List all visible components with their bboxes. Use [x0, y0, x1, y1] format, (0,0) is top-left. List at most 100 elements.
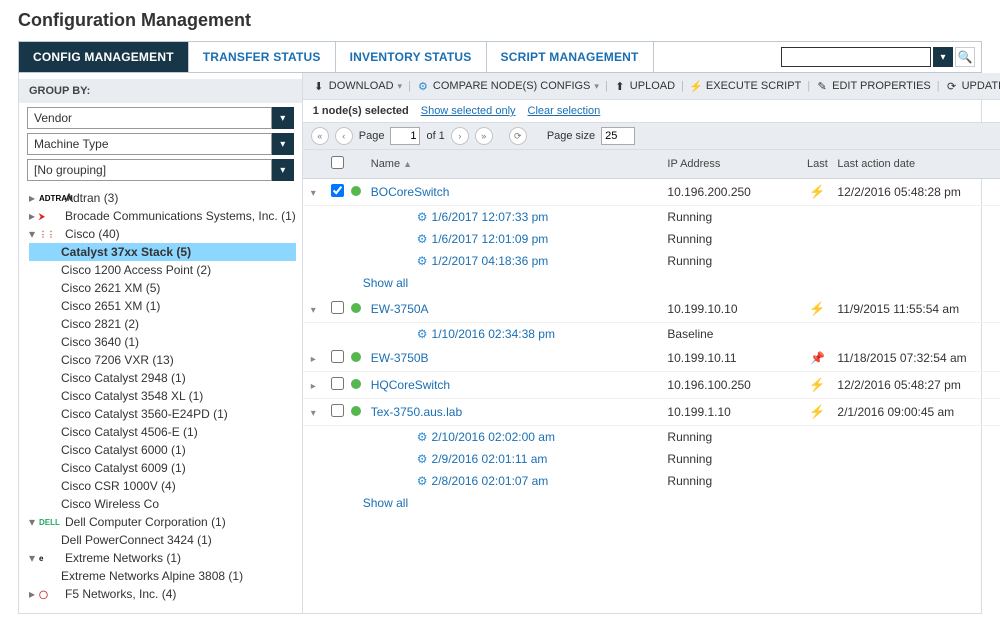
tree-node-label: Adtran (3)	[65, 191, 118, 205]
snapshot-timestamp-link[interactable]: 1/6/2017 12:07:33 pm	[432, 210, 549, 224]
tree-model-node[interactable]: Cisco 2621 XM (5)	[29, 279, 296, 297]
column-header-last[interactable]: Last	[797, 158, 837, 170]
column-header-ip[interactable]: IP Address	[667, 158, 797, 170]
groupby-select-none[interactable]: [No grouping]	[27, 159, 272, 181]
config-snapshot-row[interactable]: ⚙1/6/2017 12:01:09 pm Running	[303, 228, 1000, 250]
snapshot-timestamp-link[interactable]: 2/10/2016 02:02:00 am	[432, 430, 555, 444]
download-button[interactable]: ⬇DOWNLOAD▾	[311, 78, 404, 94]
grid-row[interactable]: ▾ Tex-3750.aus.lab 10.199.1.10 ⚡ 2/1/201…	[303, 399, 1000, 426]
tree-model-node[interactable]: Cisco 3640 (1)	[29, 333, 296, 351]
node-name-link[interactable]: Tex-3750.aus.lab	[371, 405, 462, 419]
groupby-select-machine[interactable]: Machine Type	[27, 133, 272, 155]
groupby-none-dropdown[interactable]: ▾	[272, 159, 294, 181]
snapshot-timestamp-link[interactable]: 1/2/2017 04:18:36 pm	[432, 254, 549, 268]
snapshot-timestamp-link[interactable]: 2/9/2016 02:01:11 am	[432, 452, 548, 466]
tree-model-node[interactable]: Dell PowerConnect 3424 (1)	[29, 531, 296, 549]
column-header-name[interactable]: Name▲	[365, 158, 668, 170]
expand-toggle[interactable]: ▾	[311, 408, 316, 419]
snapshot-timestamp-link[interactable]: 1/10/2016 02:34:38 pm	[432, 327, 555, 341]
pager-prev-button[interactable]: ‹	[335, 127, 353, 145]
snapshot-timestamp-link[interactable]: 2/8/2016 02:01:07 am	[432, 474, 549, 488]
tree-model-node[interactable]: Cisco Catalyst 3548 XL (1)	[29, 387, 296, 405]
config-snapshot-row[interactable]: ⚙2/10/2016 02:02:00 am Running	[303, 426, 1000, 448]
tree-model-node[interactable]: Cisco Wireless Co	[29, 495, 296, 513]
config-snapshot-row[interactable]: ⚙1/6/2017 12:07:33 pm Running	[303, 206, 1000, 228]
expand-toggle[interactable]: ▸	[311, 381, 316, 392]
pager-refresh-button[interactable]: ⟳	[509, 127, 527, 145]
tree-model-node[interactable]: Cisco Catalyst 6009 (1)	[29, 459, 296, 477]
expand-toggle[interactable]: ▸	[311, 354, 316, 365]
tab-script-management[interactable]: SCRIPT MANAGEMENT	[487, 42, 654, 72]
tree-vendor-node[interactable]: ▸◯F5 Networks, Inc. (4)	[29, 585, 296, 603]
snapshot-status: Running	[667, 254, 797, 268]
tree-model-node[interactable]: Catalyst 37xx Stack (5)	[29, 243, 296, 261]
row-checkbox[interactable]	[331, 377, 344, 390]
show-selected-link[interactable]: Show selected only	[421, 105, 516, 117]
tree-model-node[interactable]: Cisco Catalyst 6000 (1)	[29, 441, 296, 459]
tree-model-node[interactable]: Cisco 2821 (2)	[29, 315, 296, 333]
config-snapshot-row[interactable]: ⚙1/10/2016 02:34:38 pm Baseline	[303, 323, 1000, 345]
node-name-link[interactable]: BOCoreSwitch	[371, 185, 450, 199]
tree-vendor-node[interactable]: ▸⮞Brocade Communications Systems, Inc. (…	[29, 207, 296, 225]
row-checkbox[interactable]	[331, 301, 344, 314]
grid-row[interactable]: ▾ EW-3750A 10.199.10.10 ⚡ 11/9/2015 11:5…	[303, 296, 1000, 323]
groupby-machine-dropdown[interactable]: ▾	[272, 133, 294, 155]
pager-size-input[interactable]	[601, 127, 635, 145]
tree-model-node[interactable]: Cisco CSR 1000V (4)	[29, 477, 296, 495]
row-checkbox[interactable]	[331, 350, 344, 363]
pager-next-button[interactable]: ›	[451, 127, 469, 145]
pager-of-label: of 1	[426, 130, 444, 142]
pager-page-input[interactable]	[390, 127, 420, 145]
grid-row[interactable]: ▾ BOCoreSwitch 10.196.200.250 ⚡ 12/2/201…	[303, 179, 1000, 206]
upload-button[interactable]: ⬆UPLOAD	[612, 78, 677, 94]
tree-model-node[interactable]: Cisco Catalyst 4506-E (1)	[29, 423, 296, 441]
row-checkbox[interactable]	[331, 404, 344, 417]
groupby-vendor-dropdown[interactable]: ▾	[272, 107, 294, 129]
tree-model-node[interactable]: Cisco Catalyst 3560-E24PD (1)	[29, 405, 296, 423]
expand-toggle[interactable]: ▾	[311, 188, 316, 199]
status-dot-icon	[351, 186, 361, 196]
search-button[interactable]: 🔍	[955, 47, 975, 67]
config-snapshot-row[interactable]: ⚙1/2/2017 04:18:36 pm Running	[303, 250, 1000, 272]
column-header-date[interactable]: Last action date	[837, 158, 1000, 170]
tab-inventory-status[interactable]: INVENTORY STATUS	[336, 42, 487, 72]
status-dot-icon	[351, 352, 361, 362]
clear-selection-link[interactable]: Clear selection	[528, 105, 601, 117]
tree-model-node[interactable]: Cisco Catalyst 2948 (1)	[29, 369, 296, 387]
tab-transfer-status[interactable]: TRANSFER STATUS	[189, 42, 336, 72]
tree-vendor-node[interactable]: ▾⋮⋮Cisco (40)	[29, 225, 296, 243]
expand-toggle[interactable]: ▾	[311, 305, 316, 316]
row-checkbox[interactable]	[331, 184, 344, 197]
edit-properties-button[interactable]: ✎EDIT PROPERTIES	[814, 78, 933, 94]
pager-last-button[interactable]: »	[475, 127, 493, 145]
tree-model-node[interactable]: Cisco 1200 Access Point (2)	[29, 261, 296, 279]
chevron-down-icon: ▾	[280, 139, 285, 150]
groupby-select-vendor[interactable]: Vendor	[27, 107, 272, 129]
tree-model-node[interactable]: Extreme Networks Alpine 3808 (1)	[29, 567, 296, 585]
config-snapshot-row[interactable]: ⚙2/8/2016 02:01:07 am Running	[303, 470, 1000, 492]
gear-icon: ⚙	[417, 474, 428, 488]
last-action-date: 11/9/2015 11:55:54 am	[837, 302, 1000, 316]
config-snapshot-row[interactable]: ⚙2/9/2016 02:01:11 am Running	[303, 448, 1000, 470]
tree-vendor-node[interactable]: ▸ADTRANAdtran (3)	[29, 189, 296, 207]
grid-row[interactable]: ▸ HQCoreSwitch 10.196.100.250 ⚡ 12/2/201…	[303, 372, 1000, 399]
node-name-link[interactable]: EW-3750A	[371, 302, 429, 316]
tree-vendor-node[interactable]: ▾eExtreme Networks (1)	[29, 549, 296, 567]
tree-model-node[interactable]: Cisco 2651 XM (1)	[29, 297, 296, 315]
compare-button[interactable]: ⚙COMPARE NODE(S) CONFIGS▾	[415, 78, 601, 94]
pager-first-button[interactable]: «	[311, 127, 329, 145]
execute-script-button[interactable]: ⚡EXECUTE SCRIPT	[688, 78, 803, 94]
search-input[interactable]	[781, 47, 931, 67]
tree-model-node[interactable]: Cisco 7206 VXR (13)	[29, 351, 296, 369]
update-button[interactable]: ⟳UPDATE	[944, 78, 1000, 94]
grid-row[interactable]: ▸ EW-3750B 10.199.10.11 📌 11/18/2015 07:…	[303, 345, 1000, 372]
show-all-link[interactable]: Show all	[363, 276, 408, 290]
snapshot-timestamp-link[interactable]: 1/6/2017 12:01:09 pm	[432, 232, 549, 246]
tab-config-management[interactable]: CONFIG MANAGEMENT	[19, 42, 189, 72]
show-all-link[interactable]: Show all	[363, 496, 408, 510]
select-all-checkbox[interactable]	[331, 156, 344, 169]
node-name-link[interactable]: HQCoreSwitch	[371, 378, 450, 392]
tree-vendor-node[interactable]: ▾DELLDell Computer Corporation (1)	[29, 513, 296, 531]
search-dropdown-button[interactable]: ▾	[933, 47, 953, 67]
node-name-link[interactable]: EW-3750B	[371, 351, 429, 365]
